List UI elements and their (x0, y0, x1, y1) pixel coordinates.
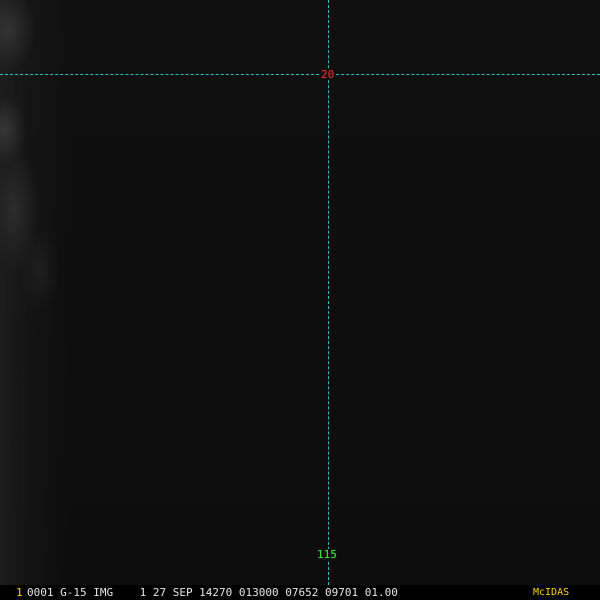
status-bar: 1 0001 G-15 IMG 1 27 SEP 14270 013000 07… (0, 585, 600, 600)
frame-number: 1 (16, 586, 23, 599)
satellite-imagery (0, 0, 600, 585)
longitude-grid-line (328, 0, 329, 585)
latitude-label: 20 (320, 68, 336, 81)
latitude-grid-line (0, 74, 600, 75)
satellite-image-viewer: 20 115 1 0001 G-15 IMG 1 27 SEP 14270 01… (0, 0, 600, 600)
longitude-label: 115 (316, 548, 338, 561)
image-info-text: 0001 G-15 IMG 1 27 SEP 14270 013000 0765… (27, 586, 398, 599)
mcidas-label: McIDAS (533, 587, 570, 598)
